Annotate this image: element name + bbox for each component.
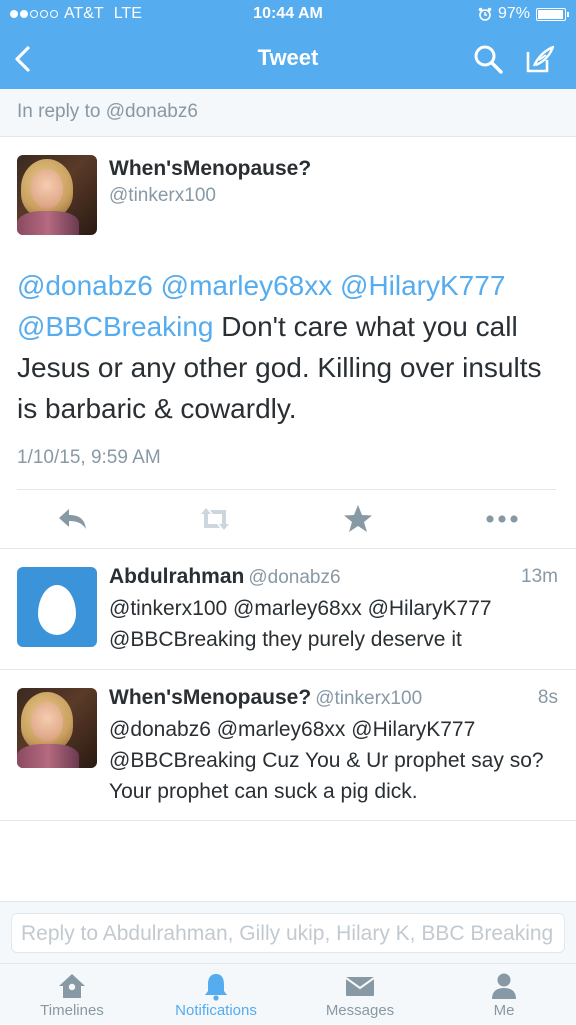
tab-timelines[interactable]: Timelines (0, 964, 144, 1025)
reply-input[interactable]: Reply to Abdulrahman, Gilly ukip, Hilary… (11, 913, 565, 953)
author-name[interactable]: When'sMenopause? (109, 157, 311, 181)
compose-icon[interactable] (524, 43, 556, 75)
bell-icon (205, 974, 227, 1001)
mention-link[interactable]: @marley68xx (161, 270, 333, 301)
author-handle[interactable]: @tinkerx100 (315, 688, 422, 709)
tab-label: Me (493, 1002, 515, 1019)
battery-percent: 97% (497, 5, 530, 22)
alarm-icon (478, 7, 492, 21)
tab-notifications[interactable]: Notifications (144, 964, 288, 1025)
search-icon[interactable] (472, 43, 504, 75)
favorite-icon[interactable] (340, 502, 376, 536)
author-handle[interactable]: @tinkerx100 (109, 185, 216, 207)
avatar[interactable] (17, 567, 97, 647)
person-icon (492, 973, 516, 999)
retweet-icon[interactable] (197, 502, 233, 536)
header: AT&T LTE 10:44 AM 97% Tweet (0, 0, 576, 89)
avatar[interactable] (17, 688, 97, 768)
author-handle[interactable]: @donabz6 (248, 567, 340, 588)
avatar[interactable] (17, 155, 97, 235)
tweet-text: @tinkerx100 @marley68xx @HilaryK777 @BBC… (109, 597, 492, 651)
in-reply-to-label: In reply to @donabz6 (17, 101, 198, 122)
tweet-actions (0, 502, 576, 536)
tab-me[interactable]: Me (432, 964, 576, 1025)
envelope-icon (345, 977, 375, 996)
tweet-text: @donabz6 @marley68xx @HilaryK777 @BBCBre… (17, 265, 567, 429)
navigation-bar: Tweet (0, 30, 576, 89)
author-name[interactable]: When'sMenopause? (109, 686, 311, 709)
reply-tweet[interactable]: Abdulrahman @donabz6 13m @tinkerx100 @mar… (0, 549, 576, 670)
tab-bar: Timelines Notifications Messages Me (0, 963, 576, 1024)
reply-compose-bar: Reply to Abdulrahman, Gilly ukip, Hilary… (0, 901, 576, 963)
main-tweet: When'sMenopause? @tinkerx100 @donabz6 @m… (0, 137, 576, 549)
reply-icon[interactable] (55, 502, 91, 536)
home-icon (59, 974, 85, 998)
tab-label: Messages (325, 1002, 395, 1019)
tweet-timestamp: 1/10/15, 9:59 AM (17, 447, 161, 468)
in-reply-to-bar[interactable]: In reply to @donabz6 (0, 89, 576, 137)
author-name[interactable]: Abdulrahman (109, 565, 244, 588)
mention-link[interactable]: @BBCBreaking (17, 311, 214, 342)
tweet-text: @donabz6 @marley68xx @HilaryK777 @BBCBre… (109, 718, 544, 803)
egg-icon (38, 585, 76, 635)
more-icon[interactable] (484, 502, 520, 536)
mention-link[interactable]: @HilaryK777 (340, 270, 505, 301)
status-bar: AT&T LTE 10:44 AM 97% (0, 0, 576, 30)
mention-link[interactable]: @donabz6 (17, 270, 153, 301)
tab-label: Timelines (40, 1002, 104, 1019)
tab-label: Notifications (175, 1002, 257, 1019)
divider (17, 489, 556, 490)
tweet-age: 13m (521, 566, 558, 587)
tweet-age: 8s (537, 687, 558, 708)
reply-tweet[interactable]: When'sMenopause? @tinkerx100 8s @donabz6 … (0, 670, 576, 821)
tab-messages[interactable]: Messages (288, 964, 432, 1025)
battery-icon (536, 7, 569, 21)
